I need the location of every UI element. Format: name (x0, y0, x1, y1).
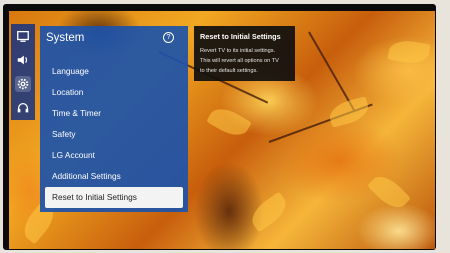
settings-menu-list: Language Location Time & Timer Safety LG… (45, 61, 183, 208)
tooltip-body: Revert TV to its initial settings. This … (200, 46, 292, 76)
settings-gear-icon[interactable] (15, 76, 31, 92)
menu-item-additional-settings[interactable]: Additional Settings (45, 166, 183, 187)
tv-frame: System ? Language Location Time & Timer … (3, 4, 436, 250)
sound-icon[interactable] (15, 52, 31, 68)
menu-item-safety[interactable]: Safety (45, 124, 183, 145)
help-icon[interactable]: ? (163, 32, 174, 43)
tooltip-line: This will revert all options on TV (200, 58, 279, 64)
menu-item-language[interactable]: Language (45, 61, 183, 82)
panel-title: System (46, 32, 85, 44)
tooltip-line: to their default settings. (200, 68, 258, 74)
picture-icon[interactable] (15, 28, 31, 44)
leaf-shape (367, 170, 411, 214)
leaf-shape (387, 37, 431, 67)
menu-item-lg-account[interactable]: LG Account (45, 145, 183, 166)
tooltip-title: Reset to Initial Settings (200, 32, 281, 41)
menu-item-location[interactable]: Location (45, 82, 183, 103)
tooltip-line: Revert TV to its initial settings. (200, 48, 276, 54)
system-settings-panel: System ? Language Location Time & Timer … (40, 26, 188, 212)
leaf-shape (246, 191, 292, 233)
reset-description-tooltip: Reset to Initial Settings Revert TV to i… (194, 26, 295, 81)
settings-category-rail (11, 24, 35, 120)
support-headset-icon[interactable] (15, 100, 31, 116)
leaf-shape (326, 96, 372, 128)
menu-item-time-and-timer[interactable]: Time & Timer (45, 103, 183, 124)
branch-shape (308, 31, 355, 111)
leaf-shape (206, 102, 252, 142)
menu-item-reset-to-initial-settings[interactable]: Reset to Initial Settings (45, 187, 183, 208)
